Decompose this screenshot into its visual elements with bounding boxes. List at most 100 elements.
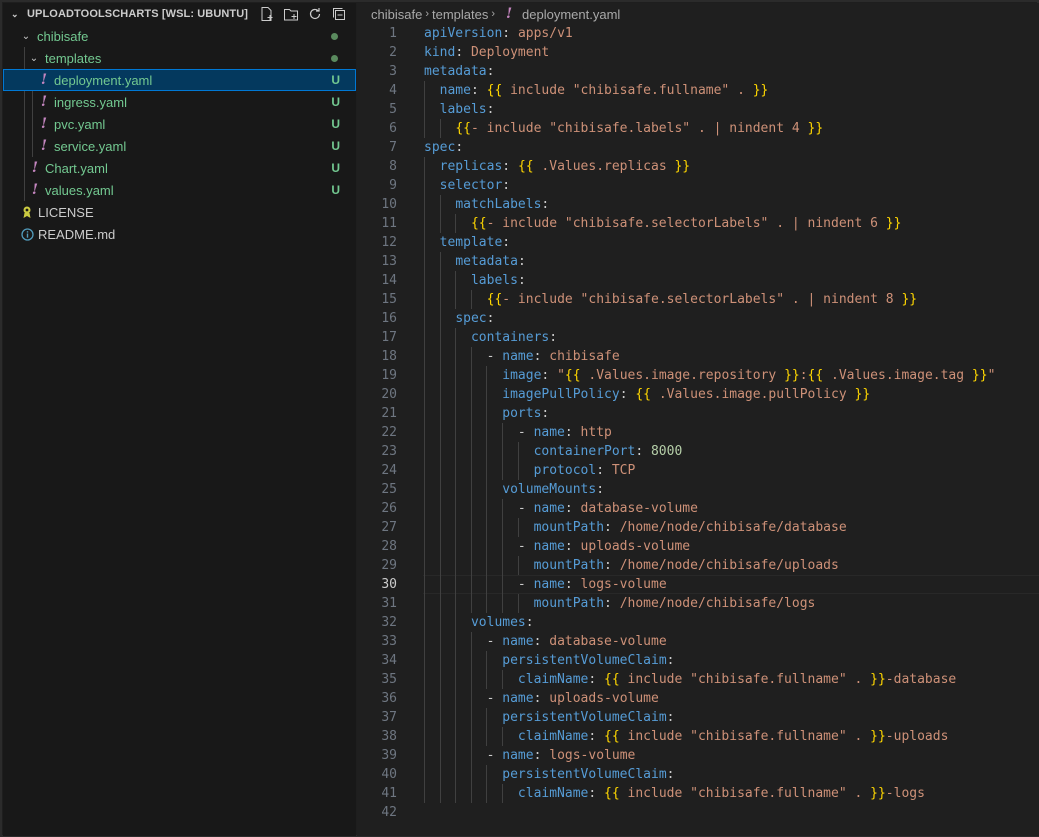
code-line[interactable]: 29 mountPath: /home/node/chibisafe/uploa… [357, 556, 1039, 575]
code-line[interactable]: 9 selector: [357, 176, 1039, 195]
code-line[interactable]: 28 - name: uploads-volume [357, 537, 1039, 556]
tree-item-readme[interactable]: README.md [3, 223, 356, 245]
indent-guide [486, 385, 488, 404]
code-line[interactable]: 10 matchLabels: [357, 195, 1039, 214]
git-untracked-badge: U [331, 139, 340, 153]
code-line[interactable]: 26 - name: database-volume [357, 499, 1039, 518]
tree-item-chart-yaml[interactable]: ! Chart.yaml U [3, 157, 356, 179]
code-line[interactable]: 42 [357, 803, 1039, 822]
line-text: metadata: [424, 64, 495, 79]
code-line[interactable]: 38 claimName: {{ include "chibisafe.full… [357, 727, 1039, 746]
indent-guide [424, 214, 425, 233]
code-line[interactable]: 33 - name: database-volume [357, 632, 1039, 651]
code-line[interactable]: 24 protocol: TCP [357, 461, 1039, 480]
code-line[interactable]: 41 claimName: {{ include "chibisafe.full… [357, 784, 1039, 803]
indent-guide [470, 290, 472, 309]
tree-item-license[interactable]: LICENSE [3, 201, 356, 223]
indent-guide [439, 499, 441, 518]
code-line[interactable]: 17 containers: [357, 328, 1039, 347]
indent-guide [424, 746, 425, 765]
indent-guide [439, 727, 441, 746]
code-line[interactable]: 2 kind: Deployment [357, 43, 1039, 62]
info-icon [20, 227, 34, 241]
explorer-actions [258, 5, 348, 23]
tree-item-service-yaml[interactable]: ! service.yaml U [3, 135, 356, 157]
code-line[interactable]: 20 imagePullPolicy: {{ .Values.image.pul… [357, 385, 1039, 404]
tree-item-deployment-yaml[interactable]: ! deployment.yaml U [3, 69, 356, 91]
line-text: mountPath: /home/node/chibisafe/database [533, 520, 847, 535]
code-line[interactable]: 31 mountPath: /home/node/chibisafe/logs [357, 594, 1039, 613]
tree-item-values-yaml[interactable]: ! values.yaml U [3, 179, 356, 201]
code-line[interactable]: 15 {{- include "chibisafe.selectorLabels… [357, 290, 1039, 309]
code-line[interactable]: 37 persistentVolumeClaim: [357, 708, 1039, 727]
code-line[interactable]: 30 - name: logs-volume [357, 575, 1039, 594]
indent-guide [470, 385, 472, 404]
code-line[interactable]: 35 claimName: {{ include "chibisafe.full… [357, 670, 1039, 689]
code-line[interactable]: 7 spec: [357, 138, 1039, 157]
line-number: 13 [381, 254, 397, 269]
code-line[interactable]: 19 image: "{{ .Values.image.repository }… [357, 366, 1039, 385]
line-number: 35 [381, 672, 397, 687]
code-line[interactable]: 27 mountPath: /home/node/chibisafe/datab… [357, 518, 1039, 537]
indent-guide [424, 309, 425, 328]
code-line[interactable]: 22 - name: http [357, 423, 1039, 442]
breadcrumb-item-folder[interactable]: chibisafe [371, 7, 422, 22]
indent-guide [439, 670, 441, 689]
indent-guide [424, 176, 425, 195]
indent-guide [470, 537, 472, 556]
code-line[interactable]: 5 labels: [357, 100, 1039, 119]
indent-guide [502, 537, 503, 556]
code-line[interactable]: 21 ports: [357, 404, 1039, 423]
tree-item-label: service.yaml [54, 138, 127, 154]
line-text: name: {{ include "chibisafe.fullname" . … [439, 83, 769, 98]
code-line[interactable]: 11 {{- include "chibisafe.selectorLabels… [357, 214, 1039, 233]
new-folder-icon[interactable] [282, 5, 300, 23]
line-text: template: [439, 235, 511, 250]
tree-item-ingress-yaml[interactable]: ! ingress.yaml U [3, 91, 356, 113]
indent-guide [455, 765, 457, 784]
new-file-icon[interactable] [258, 5, 276, 23]
code-line[interactable]: 14 labels: [357, 271, 1039, 290]
tree-item-templates[interactable]: ⌄ templates [3, 47, 356, 69]
refresh-icon[interactable] [306, 5, 324, 23]
indent-guide [455, 708, 457, 727]
code-line[interactable]: 13 metadata: [357, 252, 1039, 271]
chevron-down-icon[interactable]: ⌄ [11, 9, 23, 20]
indent-guide [502, 499, 503, 518]
tree-item-chibisafe[interactable]: ⌄ chibisafe [3, 25, 356, 47]
chevron-down-icon[interactable]: ⌄ [28, 53, 40, 64]
code-line[interactable]: 40 persistentVolumeClaim: [357, 765, 1039, 784]
code-line[interactable]: 39 - name: logs-volume [357, 746, 1039, 765]
code-line[interactable]: 34 persistentVolumeClaim: [357, 651, 1039, 670]
chevron-down-icon[interactable]: ⌄ [20, 31, 32, 42]
line-text: spec: [455, 311, 495, 326]
code-line[interactable]: 16 spec: [357, 309, 1039, 328]
code-line[interactable]: 8 replicas: {{ .Values.replicas }} [357, 157, 1039, 176]
yaml-file-icon: ! [31, 182, 39, 198]
code-line[interactable]: 23 containerPort: 8000 [357, 442, 1039, 461]
indent-guide [439, 518, 441, 537]
code-line[interactable]: 12 template: [357, 233, 1039, 252]
code-line[interactable]: 1 apiVersion: apps/v1 [357, 24, 1039, 43]
indent-guide [455, 689, 457, 708]
code-line[interactable]: 18 - name: chibisafe [357, 347, 1039, 366]
collapse-all-icon[interactable] [330, 5, 348, 23]
indent-guide [455, 499, 457, 518]
code-line[interactable]: 3 metadata: [357, 62, 1039, 81]
code-line[interactable]: 36 - name: uploads-volume [357, 689, 1039, 708]
code-line[interactable]: 25 volumeMounts: [357, 480, 1039, 499]
indent-guide [502, 575, 503, 594]
tree-item-label: pvc.yaml [54, 116, 106, 132]
indent-guide [424, 575, 425, 594]
code-line[interactable]: 4 name: {{ include "chibisafe.fullname" … [357, 81, 1039, 100]
indent-guide [470, 746, 472, 765]
indent-guide [424, 708, 425, 727]
line-number: 22 [381, 425, 397, 440]
code-line[interactable]: 32 volumes: [357, 613, 1039, 632]
indent-guide [486, 423, 488, 442]
tree-item-pvc-yaml[interactable]: ! pvc.yaml U [3, 113, 356, 135]
line-number: 17 [381, 330, 397, 345]
breadcrumb-item-file[interactable]: deployment.yaml [522, 7, 620, 22]
breadcrumb-item-folder[interactable]: templates [432, 7, 488, 22]
code-line[interactable]: 6 {{- include "chibisafe.labels" . | nin… [357, 119, 1039, 138]
